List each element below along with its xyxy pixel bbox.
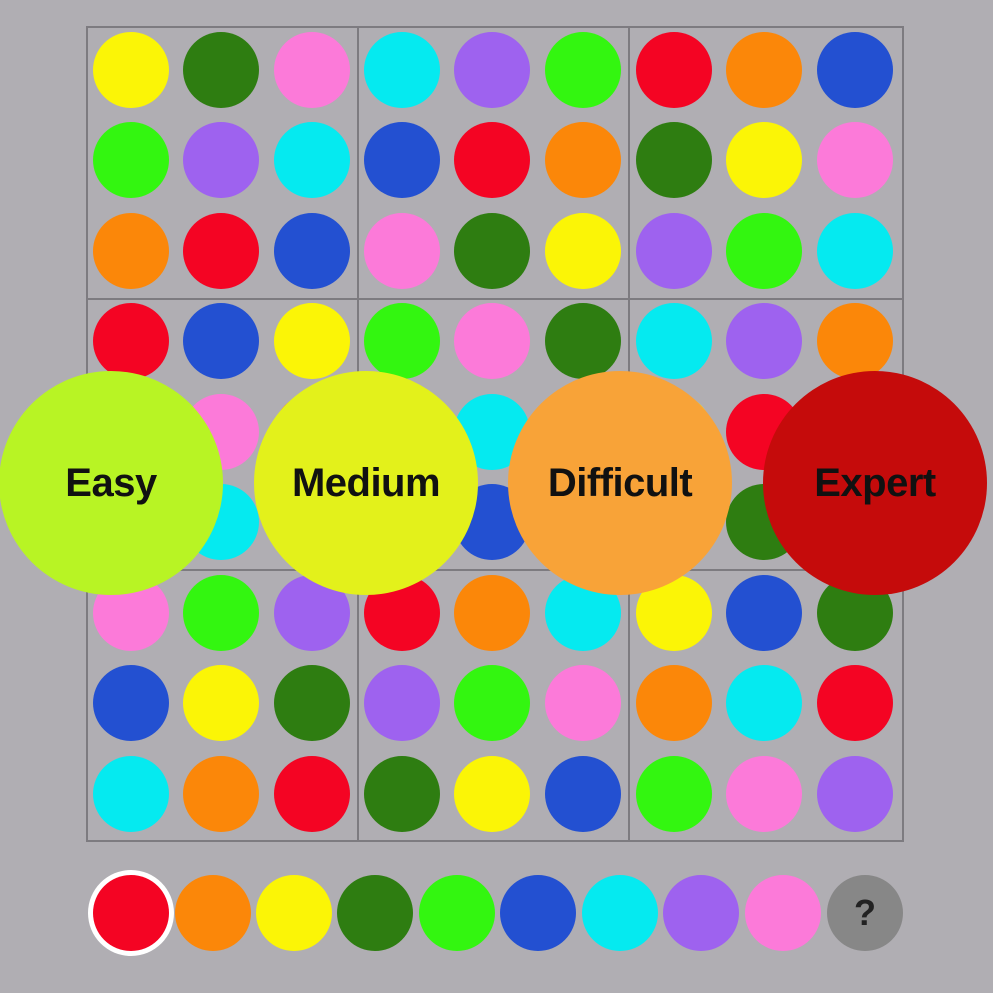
board-cell-red[interactable] — [817, 665, 893, 741]
board-cell-orange[interactable] — [183, 756, 259, 832]
board-cell-blue[interactable] — [93, 665, 169, 741]
medium-button[interactable]: Medium — [254, 371, 478, 595]
board-cell-orange[interactable] — [817, 303, 893, 379]
board-cell-blue[interactable] — [274, 213, 350, 289]
board-cell-green[interactable] — [454, 665, 530, 741]
board-cell-orange[interactable] — [726, 32, 802, 108]
game-screen: ? Easy Medium Difficult Expert — [0, 0, 993, 993]
board-cell-red[interactable] — [636, 32, 712, 108]
board-cell-pink[interactable] — [726, 756, 802, 832]
palette-swatch-blue[interactable] — [500, 875, 576, 951]
board-cell-orange[interactable] — [454, 575, 530, 651]
board-cell-yellow[interactable] — [545, 213, 621, 289]
board-cell-blue[interactable] — [726, 575, 802, 651]
board-cell-purple[interactable] — [183, 122, 259, 198]
board-cell-pink[interactable] — [817, 122, 893, 198]
board-cell-pink[interactable] — [545, 665, 621, 741]
board-cell-darkgreen[interactable] — [183, 32, 259, 108]
board-cell-cyan[interactable] — [274, 122, 350, 198]
palette-swatch-pink[interactable] — [745, 875, 821, 951]
board-cell-darkgreen[interactable] — [636, 122, 712, 198]
board-cell-pink[interactable] — [274, 32, 350, 108]
board-cell-yellow[interactable] — [93, 32, 169, 108]
box-divider-horizontal — [88, 298, 902, 300]
board-cell-yellow[interactable] — [274, 303, 350, 379]
palette-swatch-purple[interactable] — [663, 875, 739, 951]
board-cell-purple[interactable] — [454, 32, 530, 108]
board-cell-cyan[interactable] — [636, 303, 712, 379]
box-divider-horizontal — [88, 569, 902, 571]
board-cell-darkgreen[interactable] — [364, 756, 440, 832]
palette-swatch-yellow[interactable] — [256, 875, 332, 951]
board-cell-blue[interactable] — [364, 122, 440, 198]
board-cell-green[interactable] — [183, 575, 259, 651]
palette-swatch-green[interactable] — [419, 875, 495, 951]
board-cell-green[interactable] — [636, 756, 712, 832]
board-cell-darkgreen[interactable] — [545, 303, 621, 379]
palette-swatch-orange[interactable] — [175, 875, 251, 951]
palette-swatch-cyan[interactable] — [582, 875, 658, 951]
board-cell-blue[interactable] — [545, 756, 621, 832]
board-cell-yellow[interactable] — [183, 665, 259, 741]
board-cell-orange[interactable] — [636, 665, 712, 741]
help-button[interactable]: ? — [827, 875, 903, 951]
board-cell-purple[interactable] — [636, 213, 712, 289]
board-cell-orange[interactable] — [545, 122, 621, 198]
board-cell-yellow[interactable] — [454, 756, 530, 832]
board-cell-pink[interactable] — [364, 213, 440, 289]
board-cell-red[interactable] — [93, 303, 169, 379]
board-cell-purple[interactable] — [364, 665, 440, 741]
board-cell-red[interactable] — [274, 756, 350, 832]
board-cell-cyan[interactable] — [93, 756, 169, 832]
board-cell-blue[interactable] — [183, 303, 259, 379]
board-cell-green[interactable] — [364, 303, 440, 379]
board-cell-green[interactable] — [93, 122, 169, 198]
board-cell-green[interactable] — [545, 32, 621, 108]
board-cell-red[interactable] — [454, 122, 530, 198]
palette-swatch-darkgreen[interactable] — [337, 875, 413, 951]
board-cell-pink[interactable] — [454, 303, 530, 379]
board-cell-orange[interactable] — [93, 213, 169, 289]
board-cell-yellow[interactable] — [726, 122, 802, 198]
difficult-button[interactable]: Difficult — [508, 371, 732, 595]
board-cell-purple[interactable] — [726, 303, 802, 379]
board-cell-cyan[interactable] — [817, 213, 893, 289]
easy-button[interactable]: Easy — [0, 371, 223, 595]
board-cell-darkgreen[interactable] — [454, 213, 530, 289]
board-cell-blue[interactable] — [817, 32, 893, 108]
board-cell-green[interactable] — [726, 213, 802, 289]
palette-swatch-red[interactable] — [93, 875, 169, 951]
board-cell-cyan[interactable] — [364, 32, 440, 108]
board-cell-cyan[interactable] — [726, 665, 802, 741]
board-cell-darkgreen[interactable] — [274, 665, 350, 741]
expert-button[interactable]: Expert — [763, 371, 987, 595]
board-cell-red[interactable] — [183, 213, 259, 289]
board-cell-purple[interactable] — [817, 756, 893, 832]
